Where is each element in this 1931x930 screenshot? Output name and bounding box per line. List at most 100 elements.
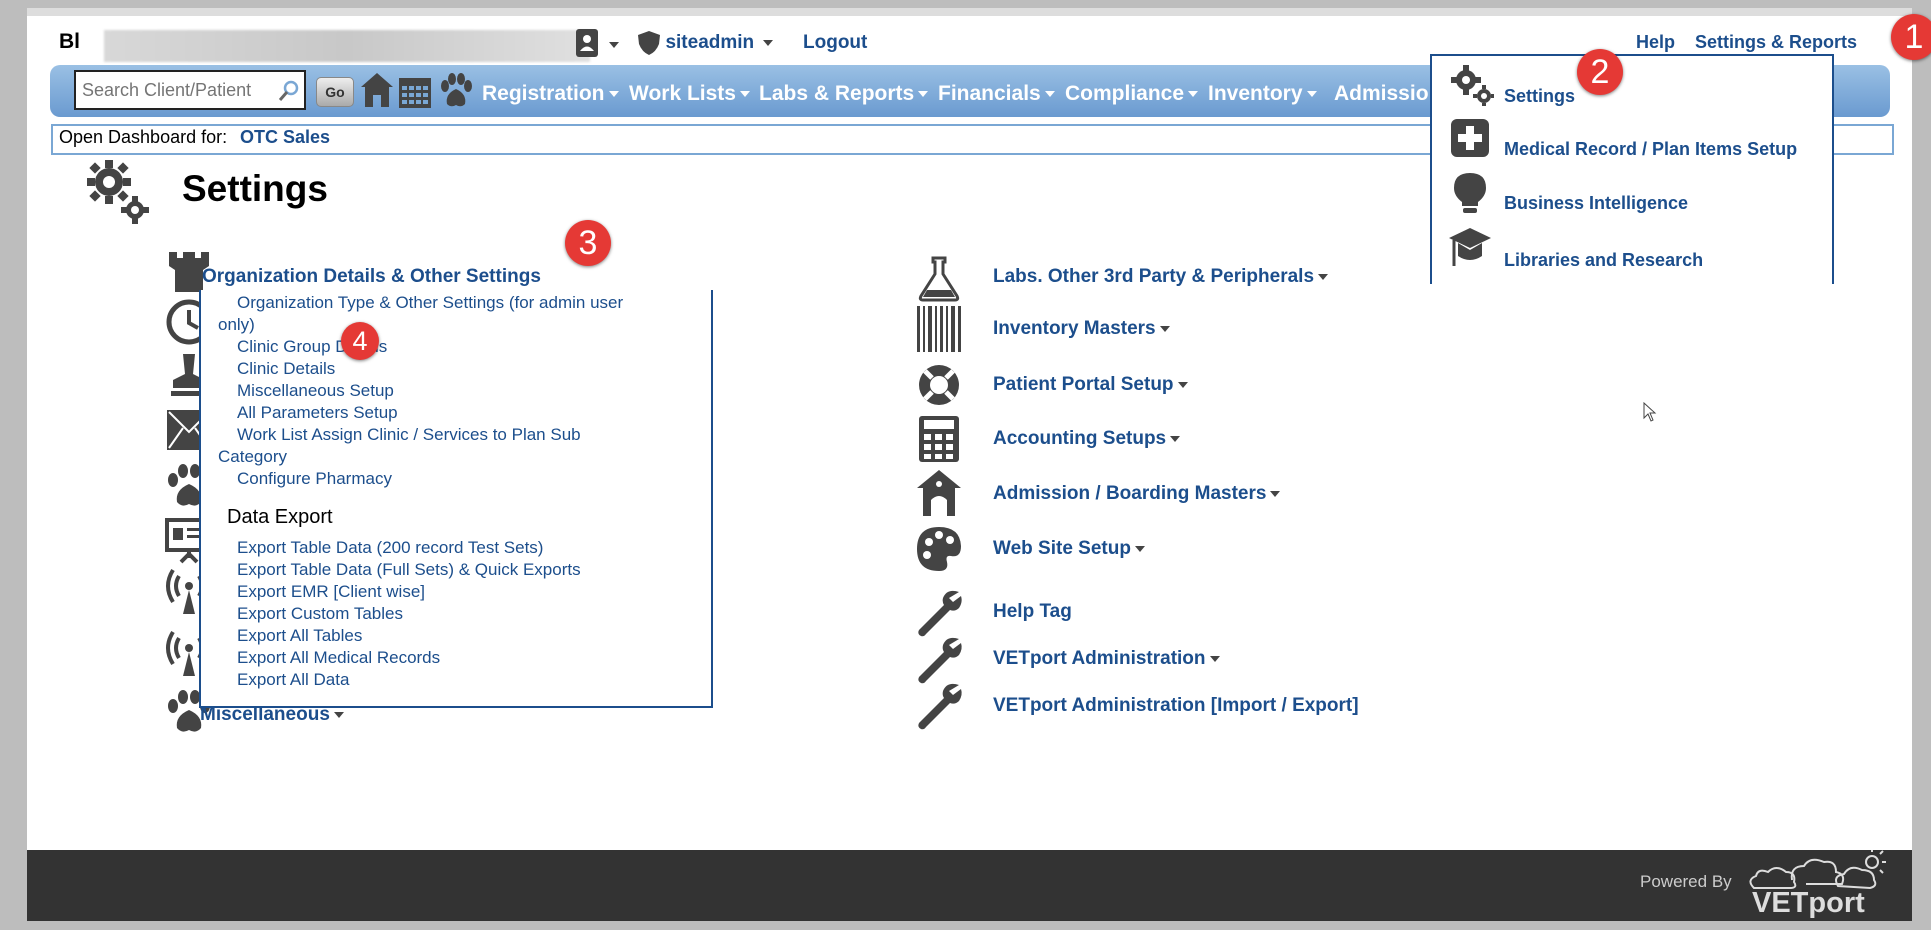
menu-label: Web Site Setup <box>993 538 1131 559</box>
redacted-org-name <box>104 30 590 62</box>
graduation-cap-icon <box>1449 228 1491 266</box>
chevron-down-icon <box>1159 325 1170 332</box>
export-table-data-full-link[interactable]: Export Table Data (Full Sets) & Quick Ex… <box>237 559 581 581</box>
lifebuoy-icon <box>919 365 959 405</box>
labs-3rd-party-menu[interactable]: Labs. Other 3rd Party & Peripherals <box>993 266 1329 288</box>
export-emr-link[interactable]: Export EMR [Client wise] <box>237 581 425 603</box>
page-title: Settings <box>182 168 328 209</box>
nav-label: Registration <box>482 82 605 105</box>
menu-label: VETport Administration <box>993 648 1206 669</box>
menu-label: Labs. Other 3rd Party & Peripherals <box>993 266 1315 287</box>
search-client-patient[interactable] <box>74 70 306 110</box>
nav-label: Work Lists <box>629 82 736 105</box>
wrench-icon <box>918 683 962 730</box>
nav-registration[interactable]: Registration <box>482 82 619 106</box>
menu-label: Inventory Masters <box>993 318 1156 339</box>
nav-inventory[interactable]: Inventory <box>1208 82 1317 106</box>
gears-icon <box>87 160 149 224</box>
inventory-masters-menu[interactable]: Inventory Masters <box>993 318 1170 340</box>
logout-link[interactable]: Logout <box>803 32 867 54</box>
export-table-data-test-link[interactable]: Export Table Data (200 record Test Sets) <box>237 537 543 559</box>
vetport-admin-import-export-link[interactable]: VETport Administration [Import / Export] <box>993 695 1359 717</box>
nav-label: Compliance <box>1065 82 1185 105</box>
user-menu[interactable]: siteadmin <box>637 30 773 56</box>
nav-label: Financials <box>938 82 1041 105</box>
settings-reports-dropdown: Settings Medical Record / Plan Items Set… <box>1430 54 1834 284</box>
calendar-icon[interactable] <box>397 74 433 110</box>
vetport-administration-menu[interactable]: VETport Administration <box>993 648 1220 670</box>
username-label: siteadmin <box>665 32 755 53</box>
shield-icon <box>638 31 660 55</box>
barcode-icon <box>917 306 961 352</box>
configure-pharmacy-link[interactable]: Configure Pharmacy <box>237 468 392 490</box>
home-icon[interactable] <box>359 71 395 109</box>
export-custom-tables-link[interactable]: Export Custom Tables <box>237 603 403 625</box>
chevron-down-icon <box>1270 490 1281 497</box>
chevron-down-icon <box>1209 655 1220 662</box>
mouse-cursor-icon <box>1643 402 1657 422</box>
nav-admission[interactable]: Admissio <box>1334 82 1429 106</box>
clinic-details-link[interactable]: Clinic Details <box>237 358 335 380</box>
all-parameters-setup-link[interactable]: All Parameters Setup <box>237 402 398 424</box>
chevron-down-icon <box>1044 91 1055 98</box>
chevron-down-icon <box>1177 381 1188 388</box>
dashboard-otc-sales-link[interactable]: OTC Sales <box>240 127 330 148</box>
work-list-assign-link-cont[interactable]: Category <box>218 446 287 468</box>
help-tag-link[interactable]: Help Tag <box>993 601 1072 623</box>
link-text: only) <box>218 315 255 334</box>
wrench-icon <box>918 590 962 637</box>
miscellaneous-setup-link[interactable]: Miscellaneous Setup <box>237 380 394 402</box>
menu-item-libraries-research[interactable]: Libraries and Research <box>1504 250 1703 271</box>
menu-label: Accounting Setups <box>993 428 1167 449</box>
footer <box>27 850 1912 921</box>
flask-icon <box>918 256 960 302</box>
wrench-icon <box>918 637 962 684</box>
step-badge-4: 4 <box>341 322 379 360</box>
medical-cross-icon <box>1451 119 1489 157</box>
nav-financials[interactable]: Financials <box>938 82 1055 106</box>
web-site-setup-menu[interactable]: Web Site Setup <box>993 538 1145 560</box>
go-button[interactable]: Go <box>316 77 354 107</box>
nav-compliance[interactable]: Compliance <box>1065 82 1199 106</box>
gears-icon <box>1451 65 1494 106</box>
chevron-down-icon <box>333 711 344 718</box>
nav-labs-reports[interactable]: Labs & Reports <box>759 82 929 106</box>
vetport-brand: VETport <box>1752 887 1865 919</box>
admission-boarding-masters-menu[interactable]: Admission / Boarding Masters <box>993 483 1281 505</box>
organization-details-menu[interactable]: Organization Details & Other Settings <box>202 266 541 288</box>
dashboard-label: Open Dashboard for: <box>59 127 228 147</box>
profile-menu[interactable] <box>575 28 619 63</box>
export-all-tables-link[interactable]: Export All Tables <box>237 625 362 647</box>
search-icon[interactable] <box>278 80 300 102</box>
step-badge-1: 1 <box>1891 14 1931 60</box>
menu-item-business-intelligence[interactable]: Business Intelligence <box>1504 193 1688 214</box>
settings-reports-link[interactable]: Settings & Reports <box>1695 32 1857 53</box>
search-input[interactable] <box>76 72 266 108</box>
org-type-settings-link-cont[interactable]: only) <box>218 314 255 336</box>
org-type-settings-link[interactable]: Organization Type & Other Settings (for … <box>237 292 623 314</box>
paw-icon[interactable] <box>437 72 475 110</box>
nav-label: Admissio <box>1334 82 1429 105</box>
menu-label: Patient Portal Setup <box>993 374 1174 395</box>
miscellaneous-menu[interactable]: Miscellaneous <box>200 704 344 726</box>
nav-label: Labs & Reports <box>759 82 915 105</box>
patient-portal-setup-menu[interactable]: Patient Portal Setup <box>993 374 1188 396</box>
org-initials: Bl <box>59 30 80 53</box>
accounting-setups-menu[interactable]: Accounting Setups <box>993 428 1181 450</box>
lightbulb-icon <box>1454 173 1486 213</box>
link-text: Organization Type & Other Settings (for … <box>237 293 624 312</box>
top-border <box>27 8 1912 16</box>
nav-work-lists[interactable]: Work Lists <box>629 82 750 106</box>
chevron-down-icon <box>1318 273 1329 280</box>
chevron-down-icon <box>1306 91 1317 98</box>
export-all-data-link[interactable]: Export All Data <box>237 669 349 691</box>
menu-item-medical-record-setup[interactable]: Medical Record / Plan Items Setup <box>1504 139 1797 160</box>
menu-item-settings[interactable]: Settings <box>1504 86 1575 107</box>
work-list-assign-link[interactable]: Work List Assign Clinic / Services to Pl… <box>237 424 581 446</box>
chevron-down-icon <box>918 91 929 98</box>
help-link[interactable]: Help <box>1636 32 1675 53</box>
powered-by-label: Powered By <box>1640 872 1732 891</box>
export-all-medical-records-link[interactable]: Export All Medical Records <box>237 647 440 669</box>
chevron-down-icon <box>739 91 750 98</box>
chevron-down-icon <box>1134 545 1145 552</box>
